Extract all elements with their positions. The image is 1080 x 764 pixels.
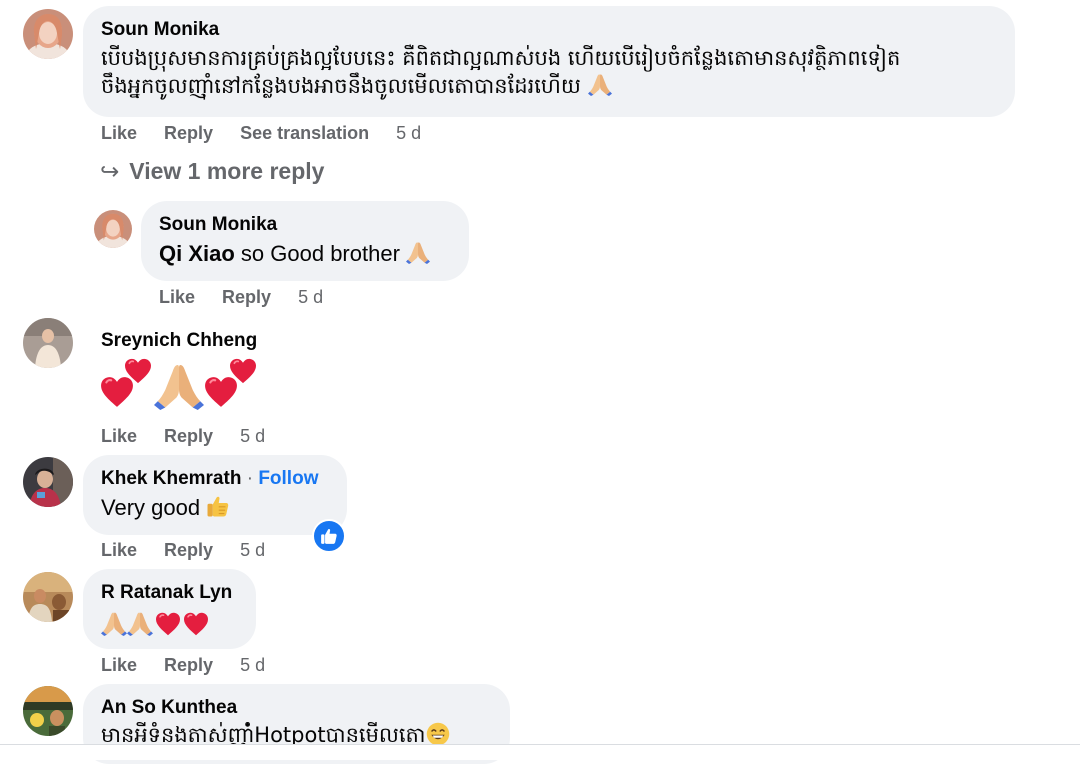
red-heart-icon [229,358,257,384]
comment-timestamp[interactable]: 5 d [240,540,265,560]
comment-author[interactable]: Khek Khemrath [101,468,241,489]
like-button[interactable]: Like [101,540,137,560]
comment-text-line: Very good [101,493,329,523]
comment-author[interactable]: Soun Monika [101,18,997,42]
folded-hands-icon [101,610,127,636]
view-more-replies-button[interactable]: ↪ View 1 more reply [100,156,324,186]
comment-text: so Good brother [234,241,407,266]
comment-actions: Like Reply See translation 5 d [101,122,421,144]
comment-actions: Like Reply 5 d [159,286,323,308]
comment-text-line: បើបងប្រុសមានការគ្រប់គ្រងល្អបែបនេះ គឺពិតជ… [101,43,997,73]
red-heart-icon [155,612,181,636]
view-more-replies-label: View 1 more reply [129,158,325,184]
comment-timestamp[interactable]: 5 d [298,287,323,307]
comment-text: បើបងប្រុសមានការគ្រប់គ្រងល្អបែបនេះ គឺពិតជ… [101,46,901,70]
comment-bubble: Soun Monika Qi Xiao so Good brother [141,201,469,281]
avatar[interactable] [23,686,73,736]
reply-button[interactable]: Reply [164,426,213,446]
grinning-face-icon [426,722,450,746]
comment-text-line: ចឹងអ្នកចូលញ៉ាំនៅកន្លែងបងអាចនឹងចូលមើលតោបា… [101,71,997,101]
folded-hands-icon [406,240,430,264]
comment-text-line: Qi Xiao so Good brother [159,239,451,269]
reply-button[interactable]: Reply [222,287,271,307]
avatar[interactable] [23,9,73,59]
red-heart-icon [183,612,209,636]
see-translation-button[interactable]: See translation [240,123,369,143]
like-button[interactable]: Like [101,426,137,446]
comment-bubble: Soun Monika បើបងប្រុសមានការគ្រប់គ្រងល្អប… [83,6,1015,117]
separator-dot: · [241,468,259,489]
like-reaction-icon[interactable] [312,519,346,553]
comment-timestamp[interactable]: 5 d [240,655,265,675]
comment-actions: Like Reply 5 d [101,654,265,676]
comment-timestamp[interactable]: 5 d [396,123,421,143]
comment-bubble: Khek Khemrath · Follow Very good [83,455,347,535]
folded-hands-icon [154,360,204,410]
comment-text: ចឹងអ្នកចូលញ៉ាំនៅកន្លែងបងអាចនឹងចូលមើលតោបា… [101,74,581,98]
avatar[interactable] [23,457,73,507]
comment-actions: Like Reply 5 d [101,539,265,561]
comment-author-line: Khek Khemrath · Follow [101,467,329,491]
folded-hands-icon [588,72,612,96]
like-button[interactable]: Like [101,655,137,675]
avatar[interactable] [94,210,132,248]
follow-button[interactable]: Follow [258,468,318,489]
comment-text: Very good [101,495,207,520]
reply-button[interactable]: Reply [164,123,213,143]
reply-button[interactable]: Reply [164,655,213,675]
red-heart-icon [124,358,152,384]
folded-hands-icon [127,610,153,636]
comment-author[interactable]: Sreynich Chheng [101,329,257,353]
comment-emoji-content [100,356,270,412]
comment-bubble: R Ratanak Lyn [83,569,256,649]
bottom-bar [0,744,1080,760]
comment-author[interactable]: An So Kunthea [101,696,492,720]
like-button[interactable]: Like [101,123,137,143]
comment-author[interactable]: R Ratanak Lyn [101,581,238,605]
comment-author[interactable]: Soun Monika [159,213,451,237]
avatar[interactable] [23,318,73,368]
avatar[interactable] [23,572,73,622]
reply-button[interactable]: Reply [164,540,213,560]
like-button[interactable]: Like [159,287,195,307]
mention-link[interactable]: Qi Xiao [159,241,235,266]
comment-emoji-content [101,607,238,637]
reply-arrow-icon: ↪ [100,158,120,184]
thumbs-up-icon [206,494,230,518]
comment-actions: Like Reply 5 d [101,425,265,447]
comment-timestamp[interactable]: 5 d [240,426,265,446]
